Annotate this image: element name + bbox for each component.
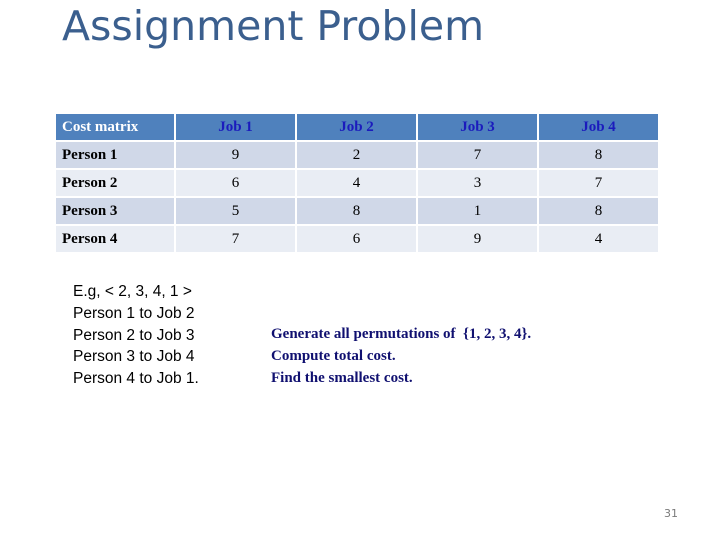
table-row: Person 2 6 4 3 7 — [56, 170, 658, 196]
page-number: 31 — [664, 507, 678, 520]
steps-text-block: Generate all permutations of {1, 2, 3, 4… — [271, 324, 531, 389]
cost-cell: 6 — [176, 170, 295, 196]
column-header-job-4: Job 4 — [539, 114, 658, 140]
cost-cell: 7 — [176, 226, 295, 252]
table-row: Person 3 5 8 1 8 — [56, 198, 658, 224]
cost-cell: 2 — [297, 142, 416, 168]
table-row: Person 1 9 2 7 8 — [56, 142, 658, 168]
example-line: E.g, < 2, 3, 4, 1 > — [73, 283, 192, 300]
cost-cell: 4 — [539, 226, 658, 252]
example-line: Person 1 to Job 2 — [73, 304, 195, 322]
cost-cell: 7 — [539, 170, 658, 196]
cost-cell: 1 — [418, 198, 537, 224]
cost-cell: 6 — [297, 226, 416, 252]
cost-cell: 7 — [418, 142, 537, 168]
cost-cell: 9 — [176, 142, 295, 168]
example-line: Person 2 to Job 3 — [73, 326, 195, 344]
slide-title: Assignment Problem — [62, 2, 485, 50]
table-row: Person 4 7 6 9 4 — [56, 226, 658, 252]
cost-cell: 8 — [539, 142, 658, 168]
cost-cell: 9 — [418, 226, 537, 252]
row-header: Person 4 — [56, 226, 174, 252]
cost-cell: 3 — [418, 170, 537, 196]
row-header: Person 1 — [56, 142, 174, 168]
example-line: Person 3 to Job 4 — [73, 348, 195, 366]
cost-cell: 5 — [176, 198, 295, 224]
step-line: Generate all permutations of {1, 2, 3, 4… — [271, 326, 532, 342]
step-line: Find the smallest cost. — [271, 369, 413, 386]
example-line: Person 4 to Job 1. — [73, 370, 199, 388]
corner-header: Cost matrix — [56, 114, 174, 140]
column-header-job-1: Job 1 — [176, 114, 295, 140]
cost-matrix-table: Cost matrix Job 1 Job 2 Job 3 Job 4 Pers… — [54, 112, 660, 254]
example-text-block: E.g, < 2, 3, 4, 1 > Person 1 to Job 2 Pe… — [73, 281, 199, 390]
cost-cell: 8 — [539, 198, 658, 224]
table-header-row: Cost matrix Job 1 Job 2 Job 3 Job 4 — [56, 114, 658, 140]
column-header-job-3: Job 3 — [418, 114, 537, 140]
cost-cell: 8 — [297, 198, 416, 224]
cost-cell: 4 — [297, 170, 416, 196]
row-header: Person 2 — [56, 170, 174, 196]
column-header-job-2: Job 2 — [297, 114, 416, 140]
row-header: Person 3 — [56, 198, 174, 224]
step-line: Compute total cost. — [271, 347, 396, 364]
